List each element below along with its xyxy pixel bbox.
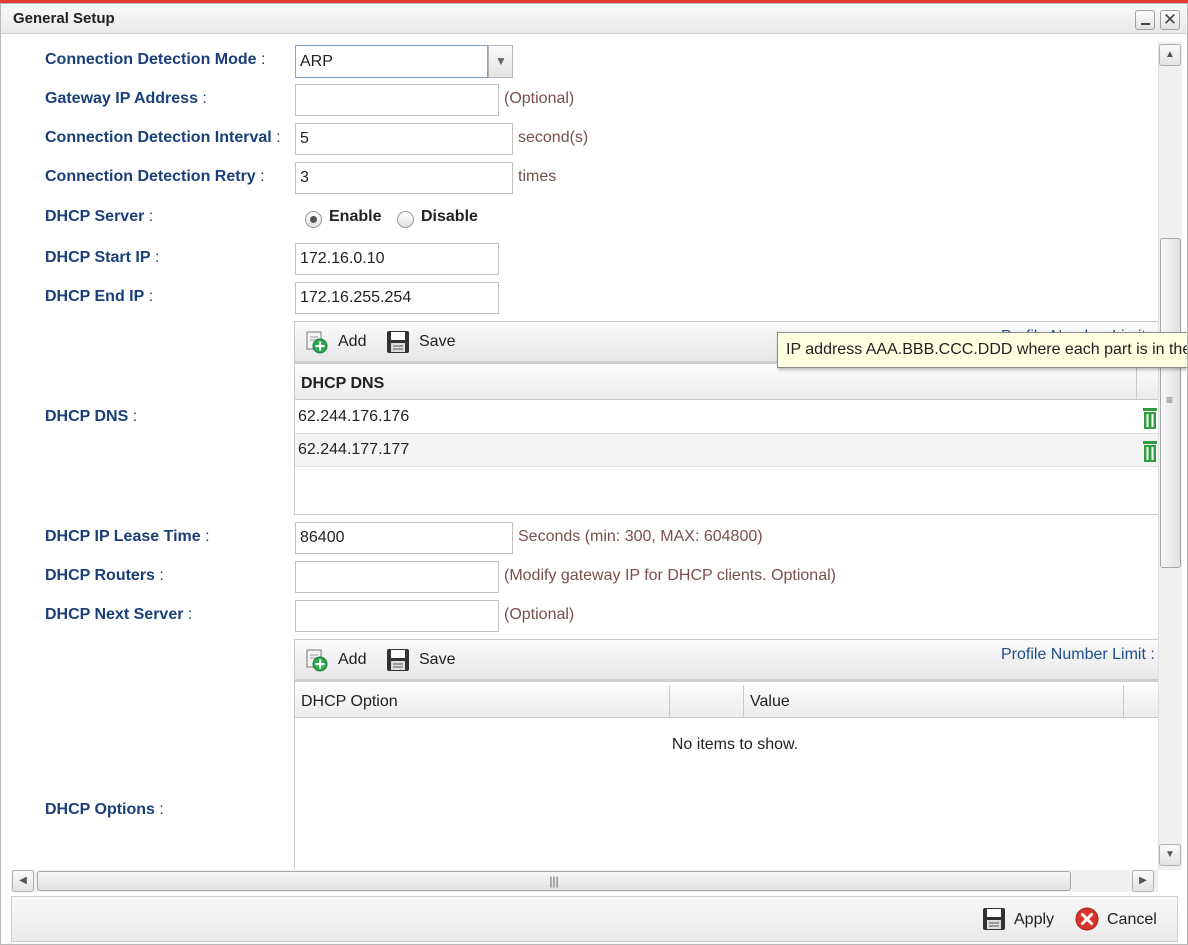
chevron-right-icon: ▶ (1139, 875, 1147, 886)
detection-retry-label: Connection Detection Retry : (45, 168, 265, 185)
dhcp-options-label: DHCP Options : (45, 801, 164, 818)
add-icon (306, 649, 328, 672)
minimize-button[interactable] (1135, 10, 1155, 30)
add-icon (306, 331, 328, 354)
save-icon (387, 331, 409, 353)
dhcp-option-blank-column-header[interactable] (670, 685, 744, 718)
dhcp-lease-time-hint: Seconds (min: 300, MAX: 604800) (518, 528, 763, 545)
dhcp-options-grid: Add Save Profile Number Limit : DHCP Opt… (294, 639, 1159, 869)
detection-interval-input[interactable]: 5 (295, 123, 513, 155)
dhcp-start-ip-label: DHCP Start IP : (45, 249, 160, 266)
dhcp-value-column-header[interactable]: Value (744, 685, 1124, 718)
grip-icon: ||| (549, 874, 559, 888)
table-row[interactable]: 62.244.176.176 (295, 401, 1159, 434)
trash-icon[interactable] (1143, 440, 1157, 462)
dhcp-server-label: DHCP Server : (45, 208, 154, 225)
dhcp-server-enable-label[interactable]: Enable (329, 208, 381, 226)
radio-selected-dot (310, 216, 317, 223)
dhcp-start-ip-input[interactable]: 172.16.0.10 (295, 243, 499, 275)
detection-mode-label: Connection Detection Mode : (45, 51, 266, 68)
scroll-right-button[interactable]: ▶ (1132, 870, 1154, 892)
general-setup-dialog: General Setup ✕ Connection Detection Mod… (0, 3, 1188, 945)
scroll-down-button[interactable]: ▼ (1159, 844, 1181, 866)
save-icon (387, 649, 409, 671)
detection-retry-input[interactable]: 3 (295, 162, 513, 194)
gateway-ip-input[interactable] (295, 84, 499, 116)
scroll-left-button[interactable]: ◀ (12, 870, 34, 892)
save-icon (983, 908, 1005, 930)
form-content: Connection Detection Mode : ARP ▼ Gatewa… (11, 39, 1159, 869)
close-icon: ✕ (1162, 10, 1178, 29)
horizontal-scroll-thumb[interactable]: ||| (37, 871, 1071, 891)
detection-interval-label: Connection Detection Interval : (45, 129, 281, 146)
dhcp-next-server-hint: (Optional) (504, 606, 575, 623)
dhcp-end-ip-label: DHCP End IP : (45, 288, 154, 305)
grip-icon: ≡ (1166, 393, 1174, 407)
dhcp-server-disable-label[interactable]: Disable (421, 208, 478, 226)
dhcp-routers-hint: (Modify gateway IP for DHCP clients. Opt… (504, 567, 836, 584)
scroll-up-button[interactable]: ▲ (1159, 44, 1181, 66)
dhcp-server-disable-radio[interactable] (397, 211, 414, 228)
title-bar[interactable]: General Setup ✕ (1, 4, 1187, 34)
dhcp-routers-label: DHCP Routers : (45, 567, 164, 584)
dhcp-options-toolbar: Add Save Profile Number Limit : (295, 640, 1159, 682)
dialog-title: General Setup (13, 10, 115, 27)
dhcp-routers-input[interactable] (295, 561, 499, 593)
table-row[interactable]: 62.244.177.177 (295, 434, 1159, 467)
dhcp-lease-time-label: DHCP IP Lease Time : (45, 528, 210, 545)
chevron-left-icon: ◀ (19, 875, 27, 886)
detection-mode-dropdown-button[interactable]: ▼ (488, 45, 513, 78)
vertical-scroll-thumb[interactable]: ≡ (1160, 238, 1181, 568)
chevron-down-icon: ▼ (1165, 849, 1175, 860)
gateway-ip-label: Gateway IP Address : (45, 90, 207, 107)
dhcp-end-ip-input[interactable]: 172.16.255.254 (295, 282, 499, 314)
dhcp-lease-time-input[interactable]: 86400 (295, 522, 513, 554)
dhcp-dns-column-header[interactable]: DHCP DNS (295, 367, 1137, 400)
detection-interval-unit: second(s) (518, 129, 589, 146)
detection-retry-unit: times (518, 168, 557, 185)
dhcp-next-server-input[interactable] (295, 600, 499, 632)
chevron-up-icon: ▲ (1165, 49, 1175, 60)
trash-icon[interactable] (1143, 407, 1157, 429)
dhcp-dns-grid-header: DHCP DNS (295, 367, 1159, 400)
vertical-scrollbar[interactable]: ▲ ≡ ▼ (1158, 42, 1182, 870)
dhcp-dns-row-value: 62.244.176.176 (298, 408, 410, 425)
dhcp-option-column-header[interactable]: DHCP Option (295, 685, 670, 718)
gateway-ip-hint: (Optional) (504, 90, 575, 107)
close-button[interactable]: ✕ (1160, 10, 1180, 30)
horizontal-scrollbar[interactable]: ◀ ||| ▶ (11, 870, 1158, 892)
dhcp-dns-row-value: 62.244.177.177 (298, 441, 410, 458)
dhcp-options-grid-header: DHCP Option Value (295, 685, 1159, 718)
dhcp-server-enable-radio[interactable] (305, 211, 322, 228)
dhcp-options-profile-limit: Profile Number Limit : (1001, 646, 1155, 663)
dhcp-next-server-label: DHCP Next Server : (45, 606, 193, 623)
cancel-icon (1075, 907, 1099, 931)
dhcp-options-empty-message: No items to show. (671, 736, 799, 753)
detection-mode-value[interactable]: ARP (295, 45, 488, 78)
minimize-icon (1141, 23, 1150, 25)
dialog-footer: Apply Cancel (11, 896, 1178, 942)
detection-mode-select[interactable]: ARP ▼ (295, 45, 513, 78)
chevron-down-icon: ▼ (495, 54, 507, 68)
dhcp-dns-label: DHCP DNS : (45, 408, 138, 425)
ip-format-tooltip: IP address AAA.BBB.CCC.DDD where each pa… (777, 332, 1187, 368)
